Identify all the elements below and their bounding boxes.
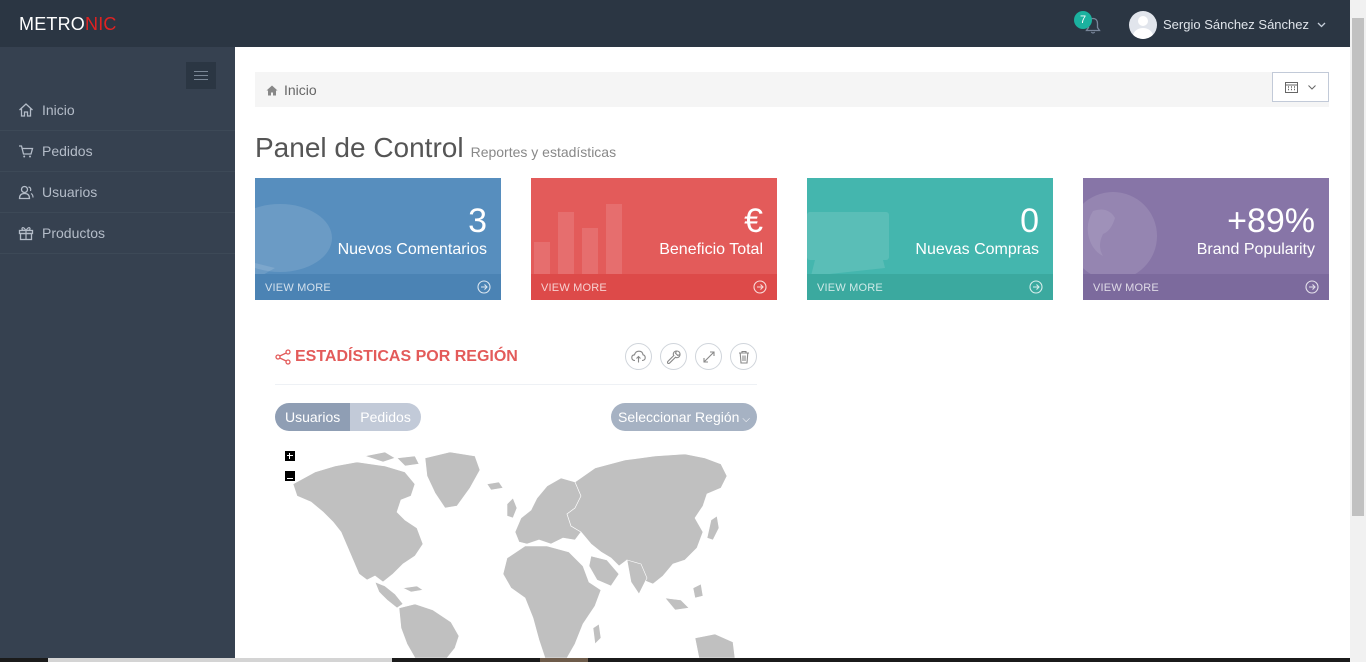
dashboard-stats: 3 Nuevos Comentarios VIEW MORE € Benefic… <box>255 178 1329 300</box>
region-select-button[interactable]: Seleccionar Región ⌵ <box>611 403 757 431</box>
calendar-icon <box>1285 82 1298 93</box>
sidebar-item-pedidos[interactable]: Pedidos <box>0 131 235 172</box>
logo[interactable]: METRONIC <box>19 14 117 35</box>
tab-usuarios[interactable]: Usuarios <box>275 403 351 431</box>
map-region-arctic-island <box>396 455 420 467</box>
users-icon <box>18 185 34 200</box>
stat-number: 0 <box>1020 202 1039 240</box>
page-title: Panel de Control Reportes y estadísticas <box>255 132 616 164</box>
arrow-circle-right-icon <box>1305 280 1319 294</box>
stat-tile-comments[interactable]: 3 Nuevos Comentarios VIEW MORE <box>255 178 501 300</box>
stat-tile-profit[interactable]: € Beneficio Total VIEW MORE <box>531 178 777 300</box>
breadcrumb-label: Inicio <box>284 82 317 98</box>
settings-button[interactable] <box>660 343 687 370</box>
chevron-down-icon: ⌵ <box>742 414 750 425</box>
portlet-title: ESTADÍSTICAS POR REGIÓN <box>295 348 518 365</box>
map-region-japan <box>706 515 720 541</box>
view-more-label: VIEW MORE <box>541 282 607 294</box>
gift-icon <box>18 227 34 241</box>
map-region-south-america[interactable] <box>398 603 460 658</box>
sidebar-item-usuarios[interactable]: Usuarios <box>0 172 235 213</box>
view-more-label: VIEW MORE <box>1093 282 1159 294</box>
fullscreen-icon <box>702 350 715 363</box>
view-more-link[interactable]: VIEW MORE <box>1083 274 1329 300</box>
page-title-text: Panel de Control <box>255 132 464 163</box>
sidebar: Inicio Pedidos Usuarios Productos <box>0 47 235 662</box>
top-header: METRONIC 7 Sergio Sánchez Sánchez <box>0 0 1350 47</box>
map-region-madagascar <box>592 623 602 645</box>
home-icon <box>266 85 278 95</box>
region-select-label: Seleccionar Región <box>618 409 740 425</box>
view-more-label: VIEW MORE <box>265 282 331 294</box>
sidebar-item-label: Usuarios <box>42 184 98 200</box>
sidebar-item-label: Inicio <box>42 102 75 118</box>
logo-text-main: METRO <box>19 14 85 34</box>
map-region-australia[interactable] <box>694 633 736 658</box>
sidebar-item-label: Productos <box>42 225 106 241</box>
breadcrumb[interactable]: Inicio <box>266 82 317 98</box>
cloud-upload-icon <box>631 350 646 363</box>
portlet-header: ESTADÍSTICAS POR REGIÓN <box>275 343 757 385</box>
home-icon <box>19 103 33 117</box>
map-region-uk <box>506 497 518 519</box>
scrollbar-thumb[interactable] <box>1352 18 1364 516</box>
users-orders-toggle: Usuarios Pedidos <box>275 403 421 431</box>
portlet-tools <box>625 343 757 370</box>
map-region-philippines <box>692 583 704 599</box>
share-icon <box>275 349 291 365</box>
notification-badge: 7 <box>1074 11 1092 29</box>
chevron-down-icon <box>1308 84 1316 90</box>
cart-icon <box>19 145 34 158</box>
bottom-strip <box>0 658 1350 662</box>
sidebar-item-inicio[interactable]: Inicio <box>0 90 235 131</box>
sidebar-item-label: Pedidos <box>42 143 93 159</box>
user-menu[interactable]: Sergio Sánchez Sánchez <box>1129 10 1326 39</box>
map-region-iceland <box>486 481 504 491</box>
stat-description: Brand Popularity <box>1196 241 1315 258</box>
map-region-indonesia <box>664 597 690 611</box>
sidebar-toggle-button[interactable] <box>186 62 216 89</box>
stat-description: Nuevas Compras <box>915 241 1039 258</box>
avatar <box>1129 10 1157 39</box>
wrench-icon <box>666 349 681 364</box>
upload-button[interactable] <box>625 343 652 370</box>
map-region-greenland[interactable] <box>424 451 481 509</box>
portlet-caption: ESTADÍSTICAS POR REGIÓN <box>275 348 518 366</box>
arrow-circle-right-icon <box>753 280 767 294</box>
stat-tile-popularity[interactable]: +89% Brand Popularity VIEW MORE <box>1083 178 1329 300</box>
map-region-arctic-island <box>363 451 396 463</box>
view-more-link[interactable]: VIEW MORE <box>531 274 777 300</box>
stat-description: Beneficio Total <box>659 241 763 258</box>
chevron-down-icon <box>1317 22 1326 27</box>
globe-icon <box>1083 192 1157 280</box>
page-bar: Inicio <box>255 72 1329 107</box>
map-region-caribbean <box>402 585 424 593</box>
view-more-link[interactable]: VIEW MORE <box>255 274 501 300</box>
page-subtitle: Reportes y estadísticas <box>470 144 617 160</box>
logo-text-accent: NIC <box>85 14 117 34</box>
sidebar-menu: Inicio Pedidos Usuarios Productos <box>0 90 235 254</box>
view-more-link[interactable]: VIEW MORE <box>807 274 1053 300</box>
user-name: Sergio Sánchez Sánchez <box>1163 17 1309 32</box>
trash-icon <box>738 350 749 364</box>
stat-number: 3 <box>468 202 487 240</box>
sidebar-item-productos[interactable]: Productos <box>0 213 235 254</box>
stat-description: Nuevos Comentarios <box>337 241 487 258</box>
stat-number: € <box>744 202 763 240</box>
stat-number: +89% <box>1227 202 1315 240</box>
tab-pedidos[interactable]: Pedidos <box>350 403 421 431</box>
map-region-africa[interactable] <box>502 545 602 658</box>
notification-button[interactable]: 7 <box>1074 11 1105 38</box>
date-range-button[interactable] <box>1272 72 1329 102</box>
remove-button[interactable] <box>730 343 757 370</box>
map-region-central-america[interactable] <box>374 581 404 609</box>
map-region-north-america[interactable] <box>292 461 424 583</box>
view-more-label: VIEW MORE <box>817 282 883 294</box>
arrow-circle-right-icon <box>477 280 491 294</box>
page-scrollbar[interactable] <box>1350 0 1366 662</box>
world-map[interactable] <box>275 448 757 658</box>
fullscreen-button[interactable] <box>695 343 722 370</box>
stat-tile-purchases[interactable]: 0 Nuevas Compras VIEW MORE <box>807 178 1053 300</box>
arrow-circle-right-icon <box>1029 280 1043 294</box>
